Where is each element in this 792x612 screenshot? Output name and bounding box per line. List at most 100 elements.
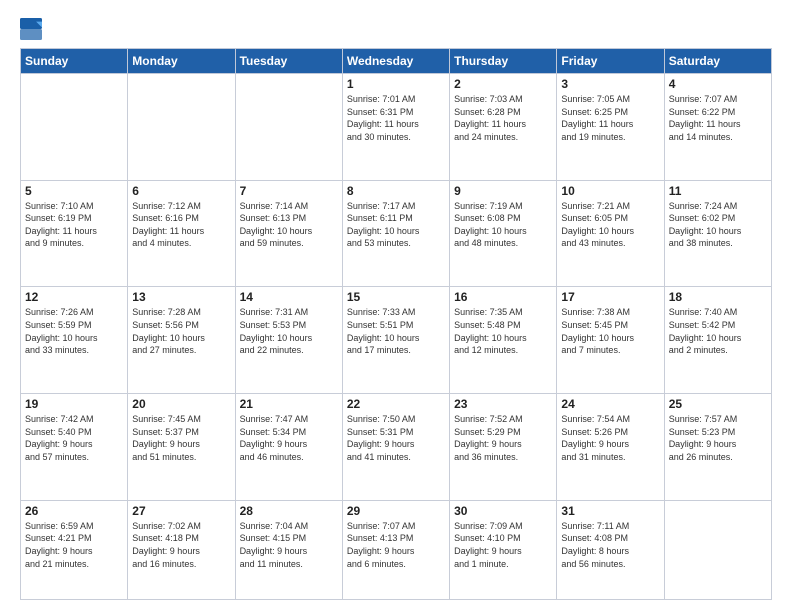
cell-info: Sunrise: 7:12 AM Sunset: 6:16 PM Dayligh… [132,200,230,250]
cell-info: Sunrise: 7:57 AM Sunset: 5:23 PM Dayligh… [669,413,767,463]
calendar-cell: 19 Sunrise: 7:42 AM Sunset: 5:40 PM Dayli… [21,394,128,501]
cell-info: Sunrise: 7:47 AM Sunset: 5:34 PM Dayligh… [240,413,338,463]
cell-info: Sunrise: 7:42 AM Sunset: 5:40 PM Dayligh… [25,413,123,463]
day-number: 16 [454,290,552,304]
calendar-cell [235,74,342,181]
calendar-table: SundayMondayTuesdayWednesdayThursdayFrid… [20,48,772,600]
calendar-cell: 8 Sunrise: 7:17 AM Sunset: 6:11 PM Daylig… [342,180,449,287]
calendar-cell: 13Sunrise: 7:28 AM Sunset: 5:56 PM Dayli… [128,287,235,394]
col-header-saturday: Saturday [664,49,771,74]
cell-info: Sunrise: 7:10 AM Sunset: 6:19 PM Dayligh… [25,200,123,250]
calendar-cell: 9Sunrise: 7:19 AM Sunset: 6:08 PM Daylig… [450,180,557,287]
cell-info: Sunrise: 7:38 AM Sunset: 5:45 PM Dayligh… [561,306,659,356]
day-number: 2 [454,77,552,91]
cell-info: Sunrise: 7:21 AM Sunset: 6:05 PM Dayligh… [561,200,659,250]
week-row-5: 26 Sunrise: 6:59 AM Sunset: 4:21 PM Dayli… [21,500,772,599]
cell-info: Sunrise: 7:01 AM Sunset: 6:31 PM Dayligh… [347,93,445,143]
calendar-cell: 12 Sunrise: 7:26 AM Sunset: 5:59 PM Dayli… [21,287,128,394]
calendar-cell: 4Sunrise: 7:07 AM Sunset: 6:22 PM Daylig… [664,74,771,181]
day-number: 12 [25,290,123,304]
day-number: 18 [669,290,767,304]
day-number: 22 [347,397,445,411]
calendar-cell: 21 Sunrise: 7:47 AM Sunset: 5:34 PM Dayli… [235,394,342,501]
cell-info: Sunrise: 7:26 AM Sunset: 5:59 PM Dayligh… [25,306,123,356]
calendar-cell: 17 Sunrise: 7:38 AM Sunset: 5:45 PM Dayli… [557,287,664,394]
calendar-cell: 23 Sunrise: 7:52 AM Sunset: 5:29 PM Dayli… [450,394,557,501]
calendar-cell: 25 Sunrise: 7:57 AM Sunset: 5:23 PM Dayli… [664,394,771,501]
calendar-cell: 31 Sunrise: 7:11 AM Sunset: 4:08 PM Dayli… [557,500,664,599]
cell-info: Sunrise: 7:05 AM Sunset: 6:25 PM Dayligh… [561,93,659,143]
day-number: 31 [561,504,659,518]
calendar-cell: 1 Sunrise: 7:01 AM Sunset: 6:31 PM Daylig… [342,74,449,181]
col-header-friday: Friday [557,49,664,74]
calendar-cell: 28Sunrise: 7:04 AM Sunset: 4:15 PM Dayli… [235,500,342,599]
cell-info: Sunrise: 7:40 AM Sunset: 5:42 PM Dayligh… [669,306,767,356]
col-header-monday: Monday [128,49,235,74]
cell-info: Sunrise: 7:52 AM Sunset: 5:29 PM Dayligh… [454,413,552,463]
cell-info: Sunrise: 7:14 AM Sunset: 6:13 PM Dayligh… [240,200,338,250]
day-number: 3 [561,77,659,91]
calendar-cell: 5Sunrise: 7:10 AM Sunset: 6:19 PM Daylig… [21,180,128,287]
cell-info: Sunrise: 7:07 AM Sunset: 4:13 PM Dayligh… [347,520,445,570]
day-number: 26 [25,504,123,518]
day-number: 20 [132,397,230,411]
cell-info: Sunrise: 7:17 AM Sunset: 6:11 PM Dayligh… [347,200,445,250]
day-number: 15 [347,290,445,304]
day-number: 23 [454,397,552,411]
calendar-cell: 27Sunrise: 7:02 AM Sunset: 4:18 PM Dayli… [128,500,235,599]
cell-info: Sunrise: 7:33 AM Sunset: 5:51 PM Dayligh… [347,306,445,356]
calendar-cell: 14 Sunrise: 7:31 AM Sunset: 5:53 PM Dayli… [235,287,342,394]
cell-info: Sunrise: 7:54 AM Sunset: 5:26 PM Dayligh… [561,413,659,463]
calendar-cell: 26 Sunrise: 6:59 AM Sunset: 4:21 PM Dayli… [21,500,128,599]
col-header-thursday: Thursday [450,49,557,74]
calendar-cell: 29 Sunrise: 7:07 AM Sunset: 4:13 PM Dayli… [342,500,449,599]
cell-info: Sunrise: 7:45 AM Sunset: 5:37 PM Dayligh… [132,413,230,463]
calendar-cell: 3 Sunrise: 7:05 AM Sunset: 6:25 PM Daylig… [557,74,664,181]
col-header-wednesday: Wednesday [342,49,449,74]
week-row-3: 12 Sunrise: 7:26 AM Sunset: 5:59 PM Dayli… [21,287,772,394]
cell-info: Sunrise: 7:19 AM Sunset: 6:08 PM Dayligh… [454,200,552,250]
calendar-cell: 7 Sunrise: 7:14 AM Sunset: 6:13 PM Daylig… [235,180,342,287]
logo-icon [20,18,42,40]
logo [20,18,46,40]
col-header-tuesday: Tuesday [235,49,342,74]
week-row-2: 5Sunrise: 7:10 AM Sunset: 6:19 PM Daylig… [21,180,772,287]
calendar-cell: 16Sunrise: 7:35 AM Sunset: 5:48 PM Dayli… [450,287,557,394]
cell-info: Sunrise: 7:11 AM Sunset: 4:08 PM Dayligh… [561,520,659,570]
calendar-cell: 20 Sunrise: 7:45 AM Sunset: 5:37 PM Dayli… [128,394,235,501]
day-number: 11 [669,184,767,198]
day-number: 13 [132,290,230,304]
day-number: 10 [561,184,659,198]
calendar-header-row: SundayMondayTuesdayWednesdayThursdayFrid… [21,49,772,74]
day-number: 17 [561,290,659,304]
day-number: 19 [25,397,123,411]
day-number: 29 [347,504,445,518]
cell-info: Sunrise: 6:59 AM Sunset: 4:21 PM Dayligh… [25,520,123,570]
header [20,18,772,40]
cell-info: Sunrise: 7:02 AM Sunset: 4:18 PM Dayligh… [132,520,230,570]
cell-info: Sunrise: 7:24 AM Sunset: 6:02 PM Dayligh… [669,200,767,250]
calendar-cell: 2Sunrise: 7:03 AM Sunset: 6:28 PM Daylig… [450,74,557,181]
calendar-cell: 6 Sunrise: 7:12 AM Sunset: 6:16 PM Daylig… [128,180,235,287]
calendar-cell: 24 Sunrise: 7:54 AM Sunset: 5:26 PM Dayli… [557,394,664,501]
day-number: 1 [347,77,445,91]
day-number: 21 [240,397,338,411]
cell-info: Sunrise: 7:07 AM Sunset: 6:22 PM Dayligh… [669,93,767,143]
day-number: 8 [347,184,445,198]
calendar-cell: 18 Sunrise: 7:40 AM Sunset: 5:42 PM Dayli… [664,287,771,394]
day-number: 6 [132,184,230,198]
day-number: 25 [669,397,767,411]
day-number: 14 [240,290,338,304]
day-number: 30 [454,504,552,518]
cell-info: Sunrise: 7:04 AM Sunset: 4:15 PM Dayligh… [240,520,338,570]
calendar-cell: 11 Sunrise: 7:24 AM Sunset: 6:02 PM Dayli… [664,180,771,287]
page: SundayMondayTuesdayWednesdayThursdayFrid… [0,0,792,612]
day-number: 24 [561,397,659,411]
calendar-cell [128,74,235,181]
week-row-1: 1 Sunrise: 7:01 AM Sunset: 6:31 PM Daylig… [21,74,772,181]
calendar-cell: 15 Sunrise: 7:33 AM Sunset: 5:51 PM Dayli… [342,287,449,394]
day-number: 7 [240,184,338,198]
cell-info: Sunrise: 7:50 AM Sunset: 5:31 PM Dayligh… [347,413,445,463]
cell-info: Sunrise: 7:31 AM Sunset: 5:53 PM Dayligh… [240,306,338,356]
calendar-cell: 10 Sunrise: 7:21 AM Sunset: 6:05 PM Dayli… [557,180,664,287]
